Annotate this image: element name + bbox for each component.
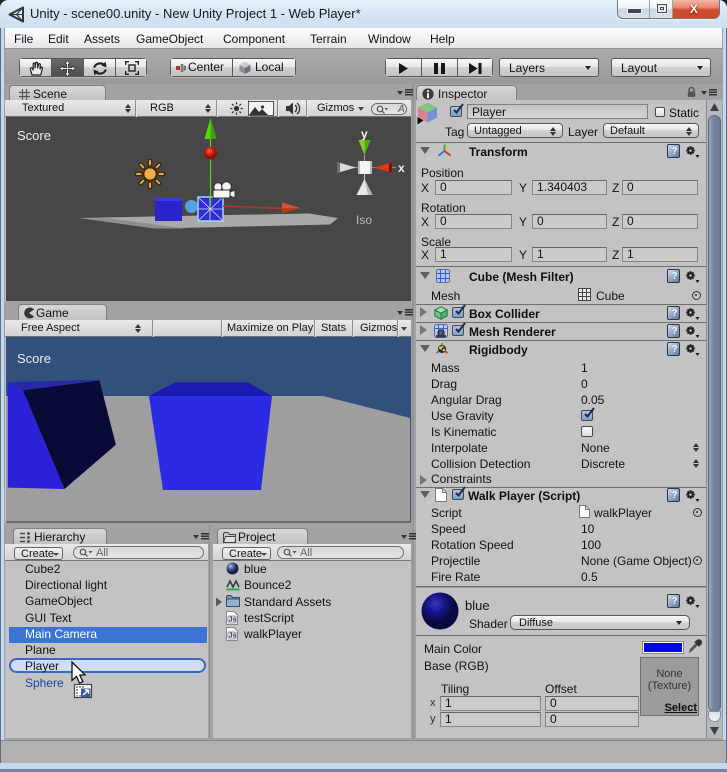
svg-text:Js: Js bbox=[229, 633, 237, 640]
svg-text:y: y bbox=[361, 127, 368, 141]
svg-text:Js: Js bbox=[229, 617, 237, 624]
svg-text:Iso: Iso bbox=[356, 213, 372, 227]
svg-text:x: x bbox=[398, 161, 405, 175]
